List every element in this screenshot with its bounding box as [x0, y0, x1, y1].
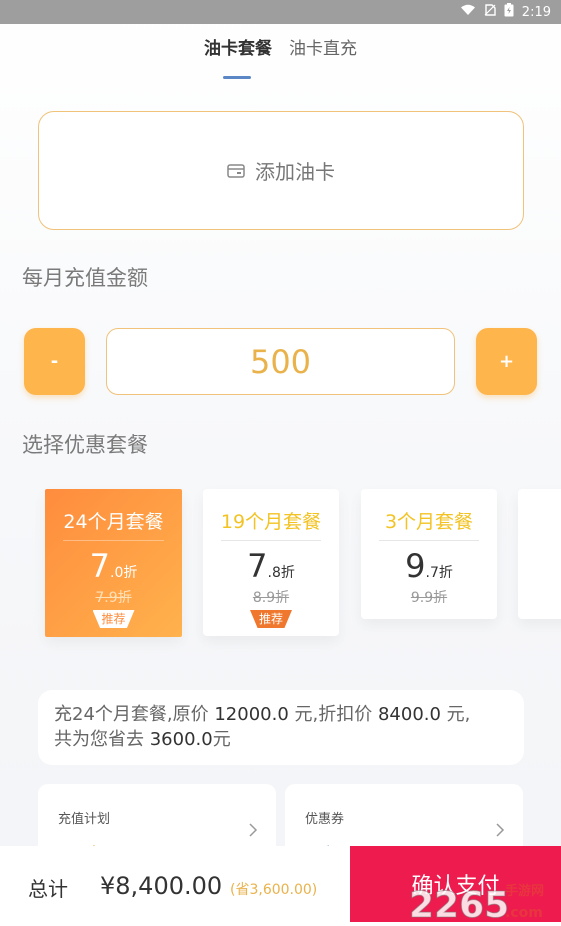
tab-fuel-card-direct-recharge[interactable]: 油卡直充: [289, 38, 357, 60]
svg-text:手游网: 手游网: [505, 883, 544, 899]
package-summary: 充24个月套餐,原价 12000.0 元,折扣价 8400.0 元, 共为您省去…: [38, 690, 524, 765]
summary-text: 共为您省去: [54, 729, 150, 750]
package-title: 3个月套餐: [384, 511, 474, 533]
total-amount: ¥8,400.00: [100, 872, 223, 900]
chevron-right-icon: [496, 823, 505, 837]
recommended-badge: 推荐: [92, 610, 135, 628]
decrease-amount-button[interactable]: -: [24, 328, 85, 395]
package-divider: [221, 540, 321, 541]
recommended-badge: 推荐: [250, 610, 292, 628]
svg-text:.com: .com: [505, 905, 543, 921]
increase-amount-button[interactable]: +: [476, 328, 537, 395]
add-fuel-card-button[interactable]: 添加油卡: [38, 111, 524, 230]
package-discount: 9.7折: [361, 547, 497, 585]
tab-indicator: [223, 76, 251, 79]
card-icon: [227, 163, 245, 178]
battery-icon: [504, 3, 514, 21]
screen: 2:19 油卡套餐 油卡直充 添加油卡 每月充值金额 - 500 + 选择优惠套…: [0, 0, 561, 926]
no-sim-icon: [484, 4, 496, 20]
package-card-3-months[interactable]: 3个月套餐 9.7折 9.9折: [361, 489, 497, 619]
discount-integer: 7: [89, 547, 110, 585]
discount-decimal: .8折: [267, 565, 295, 581]
add-fuel-card-label: 添加油卡: [255, 160, 335, 184]
package-discount: 7.0折: [45, 547, 182, 585]
summary-text: 元,: [440, 704, 471, 725]
coupon-label: 优惠券: [305, 812, 345, 827]
package-card-partial[interactable]: [518, 489, 561, 619]
tab-bar: 油卡套餐 油卡直充: [0, 24, 561, 84]
discount-integer: 7: [247, 547, 268, 585]
package-discount: 7.8折: [203, 547, 339, 585]
svg-text:2265: 2265: [409, 885, 509, 926]
summary-text: 元,折扣价: [288, 704, 378, 725]
package-card-19-months[interactable]: 19个月套餐 7.8折 8.9折 推荐: [203, 489, 339, 636]
package-original-discount: 8.9折: [252, 590, 290, 606]
discount-decimal: .7折: [425, 565, 453, 581]
package-original-discount: 9.9折: [410, 590, 448, 606]
summary-saved-amount: 3600.0: [149, 729, 213, 750]
summary-discount-price: 8400.0: [377, 704, 441, 725]
chevron-right-icon: [249, 823, 258, 837]
package-title: 19个月套餐: [220, 511, 322, 533]
package-divider: [379, 540, 479, 541]
summary-text: 元: [212, 729, 231, 750]
watermark-logo: 2265 手游网 .com: [409, 883, 545, 926]
total-label: 总计: [28, 877, 68, 901]
status-icons: 2:19: [460, 0, 551, 24]
monthly-amount-title: 每月充值金额: [22, 266, 148, 290]
status-time: 2:19: [521, 4, 551, 20]
discount-decimal: .0折: [110, 565, 138, 581]
discount-integer: 9: [405, 547, 426, 585]
package-title: 24个月套餐: [63, 511, 164, 533]
saved-amount: (省3,600.00): [230, 882, 318, 898]
package-section-title: 选择优惠套餐: [22, 433, 148, 457]
summary-text: 充24个月套餐,原价: [54, 704, 215, 725]
recharge-plan-label: 充值计划: [58, 812, 111, 827]
amount-input[interactable]: 500: [106, 328, 455, 395]
package-card-24-months[interactable]: 24个月套餐 7.0折 7.9折 推荐: [45, 489, 182, 637]
package-divider: [63, 540, 164, 541]
package-original-discount: 7.9折: [95, 590, 132, 606]
wifi-icon: [460, 4, 476, 20]
tab-fuel-card-package[interactable]: 油卡套餐: [204, 38, 272, 60]
status-bar: 2:19: [0, 0, 561, 24]
summary-original-price: 12000.0: [214, 704, 289, 725]
